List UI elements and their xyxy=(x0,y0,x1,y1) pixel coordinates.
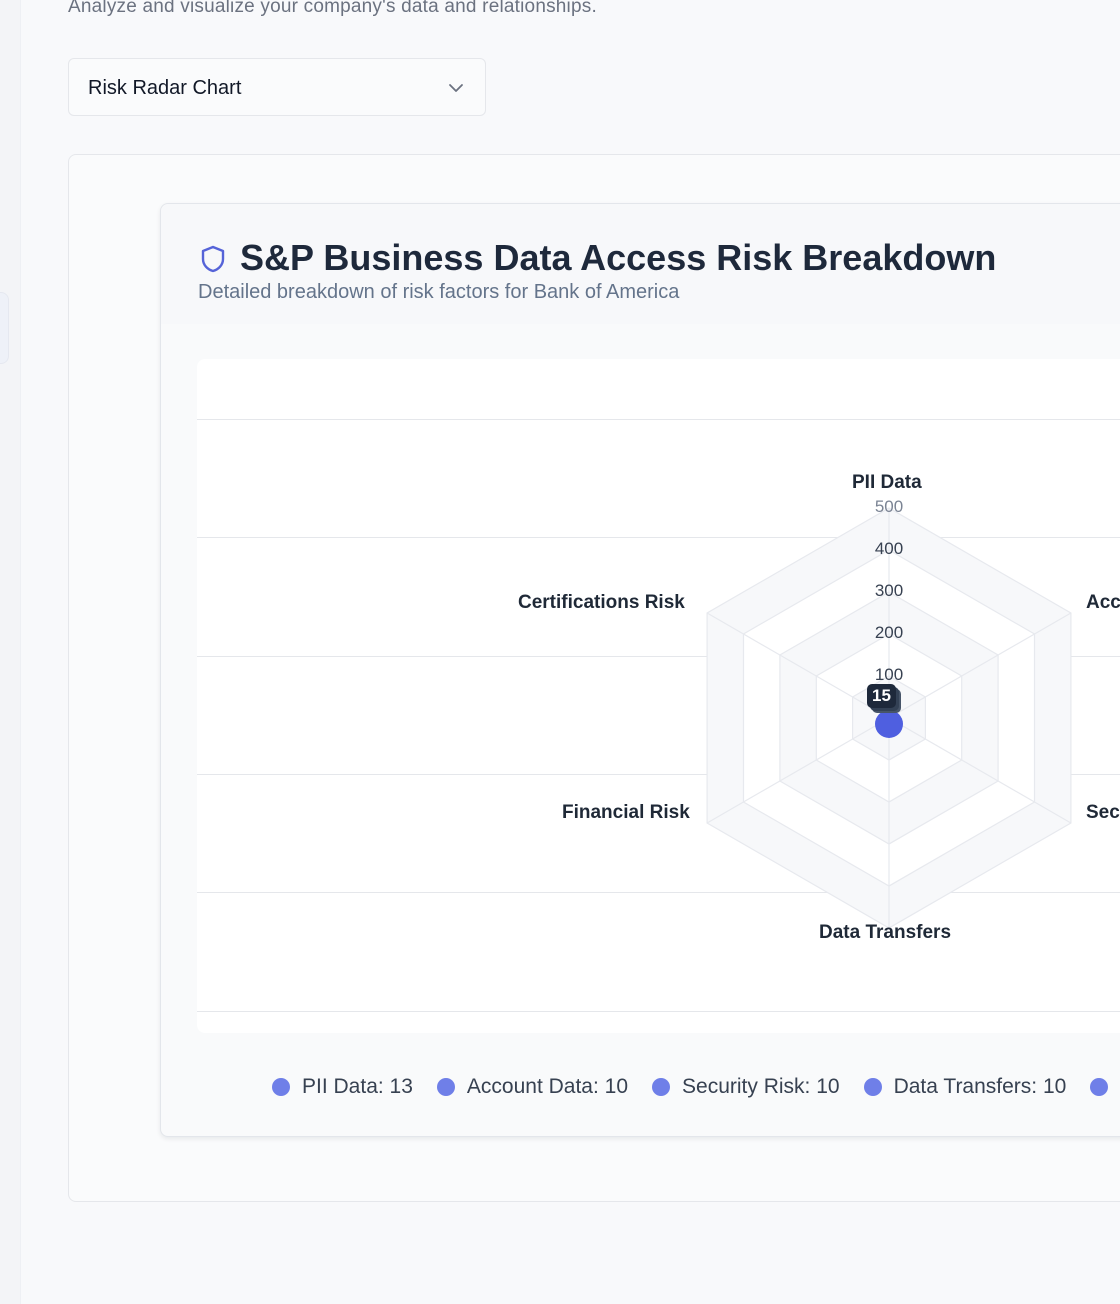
radial-tick-label: 500 xyxy=(874,497,904,516)
chart-type-select-value: Risk Radar Chart xyxy=(88,77,242,99)
radar-chart-panel: PII Data Acc Sec Data Transfers Financia… xyxy=(197,359,1120,1033)
legend-item[interactable]: PII Data: 13 xyxy=(272,1075,413,1099)
radial-tick-label: 100 xyxy=(874,665,904,684)
radial-tick-label: 200 xyxy=(874,623,904,642)
chevron-down-icon xyxy=(449,84,463,92)
axis-label-account-data: Acc xyxy=(1086,592,1120,613)
radar-chart xyxy=(706,507,1072,929)
axis-label-data-transfers: Data Transfers xyxy=(819,922,952,943)
data-point-tooltip: 15 xyxy=(867,684,896,708)
legend-label: PII Data: 13 xyxy=(302,1075,413,1098)
shield-icon xyxy=(201,245,225,273)
axis-label-financial-risk: Financial Risk xyxy=(562,802,690,823)
legend-item[interactable]: Account Data: 10 xyxy=(436,1075,629,1099)
legend-dot xyxy=(652,1078,671,1096)
card-header: S&P Business Data Access Risk Breakdown … xyxy=(161,204,1120,324)
legend-label: Data Transfers: 10 xyxy=(893,1075,1067,1098)
radial-tick-label: 300 xyxy=(874,581,904,600)
axis-label-security-risk: Sec xyxy=(1086,802,1120,823)
legend-label: Security Risk: 10 xyxy=(682,1075,840,1098)
legend-dot xyxy=(272,1078,290,1096)
chart-legend: PII Data: 13 Account Data: 10 Security R… xyxy=(272,1072,1120,1102)
card-title: S&P Business Data Access Risk Breakdown xyxy=(240,237,997,278)
chart-type-select[interactable]: Risk Radar Chart xyxy=(68,58,486,116)
axis-label-certifications-risk: Certifications Risk xyxy=(518,592,685,613)
axis-label-pii-data: PII Data xyxy=(852,472,922,493)
page-subtitle: Analyze and visualize your company's dat… xyxy=(68,0,597,17)
radial-tick-label: 400 xyxy=(874,539,904,558)
sidebar-collapse-handle[interactable] xyxy=(0,292,9,364)
left-sidebar xyxy=(0,0,21,1304)
radar-data-point[interactable] xyxy=(875,710,903,738)
card-subtitle: Detailed breakdown of risk factors for B… xyxy=(198,281,680,303)
legend-item[interactable] xyxy=(1090,1078,1120,1096)
legend-dot xyxy=(1090,1078,1109,1096)
legend-dot xyxy=(863,1078,882,1096)
legend-item[interactable]: Data Transfers: 10 xyxy=(863,1075,1067,1099)
legend-label: Account Data: 10 xyxy=(466,1075,629,1098)
legend-item[interactable]: Security Risk: 10 xyxy=(652,1075,840,1099)
legend-dot xyxy=(436,1078,455,1096)
